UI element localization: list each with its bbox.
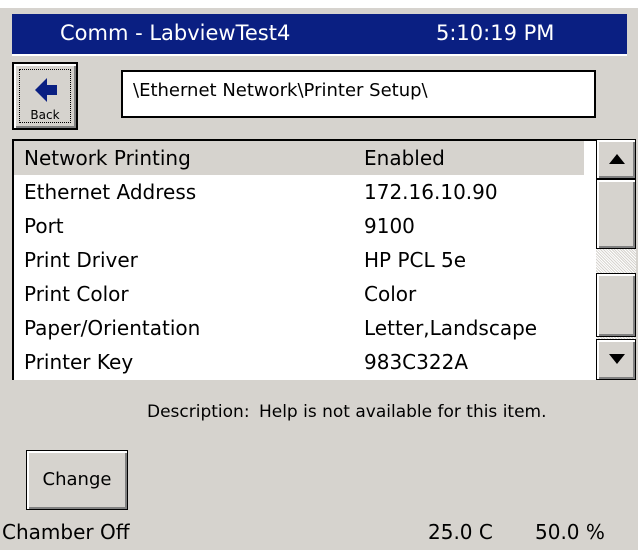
setting-value: Letter,Landscape (364, 316, 538, 340)
description-line: Description: Help is not available for t… (147, 402, 547, 422)
chamber-status: Chamber Off (2, 520, 130, 544)
setting-value: HP PCL 5e (364, 248, 467, 272)
title-bar-divider (12, 54, 627, 56)
scroll-track-block[interactable] (596, 273, 636, 337)
setting-value: Color (364, 282, 417, 306)
setting-name: Print Driver (24, 248, 138, 272)
temperature-readout: 25.0 C (428, 520, 493, 544)
triangle-down-icon (609, 354, 625, 364)
scroll-thumb[interactable] (596, 179, 636, 249)
path-text: \Ethernet Network\Printer Setup\ (133, 80, 428, 101)
triangle-up-icon (609, 154, 625, 164)
settings-row-port[interactable]: Port 9100 (14, 209, 584, 243)
setting-name: Network Printing (24, 146, 191, 170)
setting-value: 9100 (364, 214, 415, 238)
list-scrollbar[interactable] (596, 139, 636, 380)
setting-value: 172.16.10.90 (364, 180, 498, 204)
setting-name: Port (24, 214, 64, 238)
humidity-readout: 50.0 % (535, 520, 605, 544)
settings-row-paper-orientation[interactable]: Paper/Orientation Letter,Landscape (14, 311, 584, 345)
setting-name: Printer Key (24, 350, 134, 374)
setting-value: 983C322A (364, 350, 468, 374)
window-title: Comm - LabviewTest4 (60, 21, 291, 45)
left-arrow-icon (35, 78, 57, 102)
settings-row-network-printing[interactable]: Network Printing Enabled (14, 141, 584, 175)
clock: 5:10:19 PM (436, 21, 555, 45)
scroll-down-button[interactable] (596, 339, 636, 380)
settings-row-print-driver[interactable]: Print Driver HP PCL 5e (14, 243, 584, 277)
scroll-up-button[interactable] (596, 139, 636, 179)
title-bar: Comm - LabviewTest4 5:10:19 PM (12, 14, 627, 54)
description-label: Description: (147, 402, 250, 422)
settings-row-ethernet-address[interactable]: Ethernet Address 172.16.10.90 (14, 175, 584, 209)
setting-name: Paper/Orientation (24, 316, 201, 340)
path-field: \Ethernet Network\Printer Setup\ (121, 70, 596, 118)
setting-name: Ethernet Address (24, 180, 197, 204)
setting-name: Print Color (24, 282, 129, 306)
back-button-label: Back (30, 108, 60, 122)
settings-row-printer-key[interactable]: Printer Key 983C322A (14, 345, 584, 379)
back-button[interactable]: Back (12, 62, 78, 130)
setting-value: Enabled (364, 146, 445, 170)
description-text: Help is not available for this item. (258, 402, 547, 422)
change-button[interactable]: Change (26, 450, 128, 510)
top-edge (0, 0, 638, 8)
settings-row-print-color[interactable]: Print Color Color (14, 277, 584, 311)
settings-list[interactable]: Network Printing Enabled Ethernet Addres… (12, 139, 596, 380)
